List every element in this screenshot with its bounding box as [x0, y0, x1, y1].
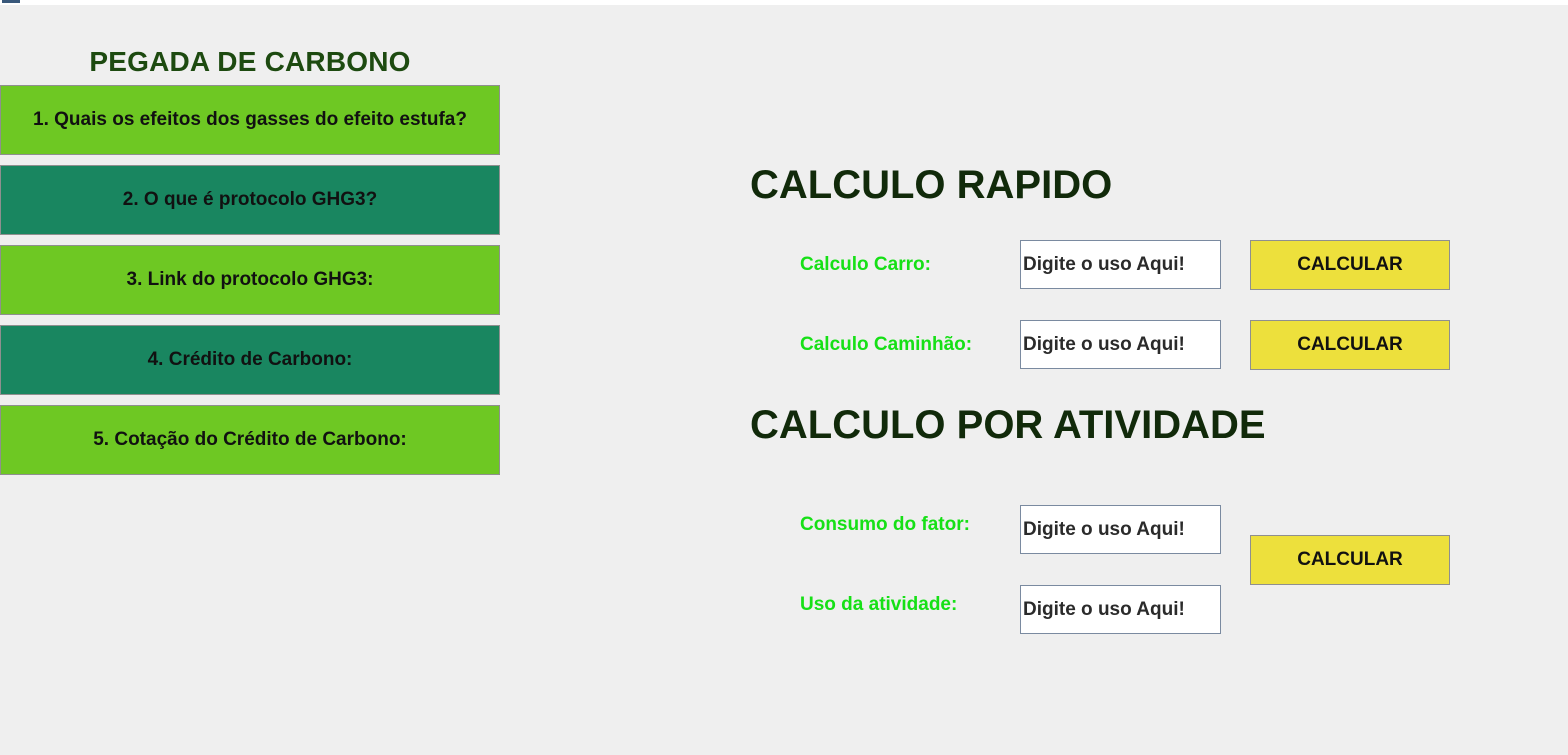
menu-button-ghg-protocol[interactable]: 2. O que é protocolo GHG3? [0, 165, 500, 235]
truck-calculate-button[interactable]: CALCULAR [1250, 320, 1450, 370]
activity-usage-input[interactable] [1020, 585, 1221, 634]
activity-usage-label: Uso da atividade: [800, 594, 958, 615]
truck-usage-input[interactable] [1020, 320, 1221, 369]
window-top-bar [0, 0, 1568, 5]
menu-button-carbon-credit[interactable]: 4. Crédito de Carbono: [0, 325, 500, 395]
car-usage-input[interactable] [1020, 240, 1221, 289]
truck-calc-label: Calculo Caminhão: [800, 334, 973, 355]
factor-consumption-label: Consumo do fator: [800, 514, 970, 535]
menu-button-ghg-protocol-link[interactable]: 3. Link do protocolo GHG3: [0, 245, 500, 315]
quick-calc-title: CALCULO RAPIDO [750, 163, 1113, 207]
car-calc-label: Calculo Carro: [800, 254, 931, 275]
activity-calculate-button[interactable]: CALCULAR [1250, 535, 1450, 585]
menu-button-greenhouse-effects[interactable]: 1. Quais os efeitos dos gasses do efeito… [0, 85, 500, 155]
page-title: PEGADA DE CARBONO [89, 46, 411, 77]
app-icon [2, 0, 20, 3]
menu-button-carbon-credit-quote[interactable]: 5. Cotação do Crédito de Carbono: [0, 405, 500, 475]
activity-calc-title: CALCULO POR ATIVIDADE [750, 403, 1266, 447]
factor-consumption-input[interactable] [1020, 505, 1221, 554]
car-calculate-button[interactable]: CALCULAR [1250, 240, 1450, 290]
